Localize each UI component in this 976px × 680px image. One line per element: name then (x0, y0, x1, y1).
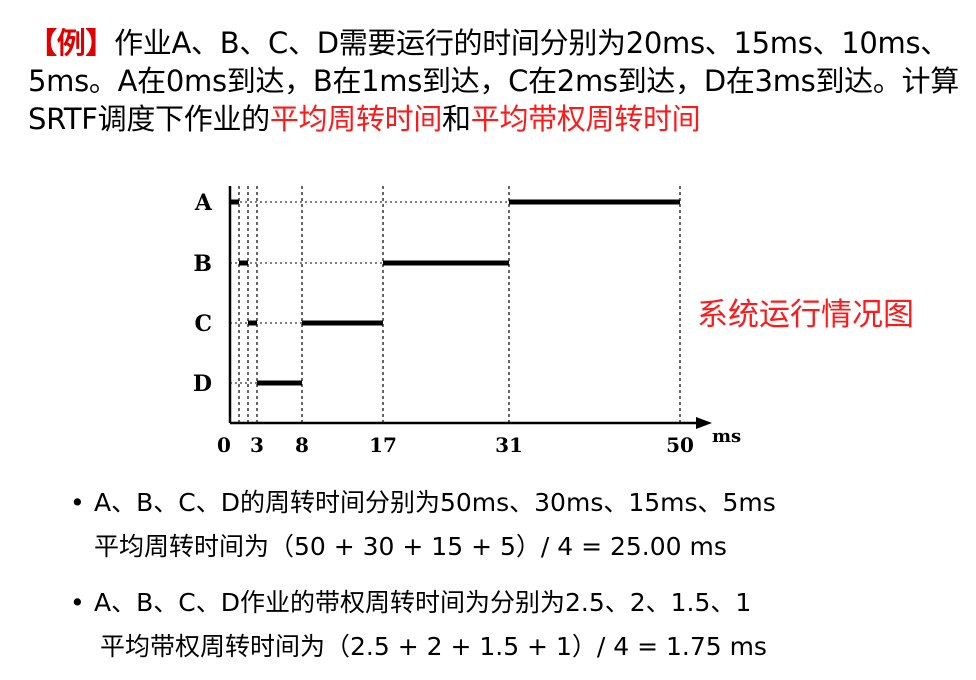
weighted-turnaround-bullet: • A、B、C、D作业的带权周转时间为分别为2.5、2、1.5、1 (60, 584, 960, 622)
tick-label-8: 8 (295, 433, 309, 457)
gantt-bar-A-31-50 (509, 199, 680, 205)
weighted-turnaround-times-text: A、B、C、D作业的带权周转时间为分别为2.5、2、1.5、1 (94, 588, 752, 617)
tick-label-31: 31 (495, 433, 523, 457)
axis-arrow-icon (696, 417, 712, 429)
tick-label-17: 17 (369, 433, 397, 457)
turnaround-times-text: A、B、C、D的周转时间分别为50ms、30ms、15ms、5ms (94, 488, 776, 517)
gantt-bar-B-1-2 (239, 260, 248, 266)
bullet-dot: • (70, 588, 85, 617)
gantt-bar-D-3-8 (257, 380, 302, 386)
result-list: • A、B、C、D的周转时间分别为50ms、30ms、15ms、5ms 平均周转时… (60, 484, 960, 672)
diagram-caption: 系统运行情况图 (697, 297, 914, 333)
axis-unit-label: ms (712, 426, 741, 447)
gantt-bar-B-17-31 (383, 260, 509, 266)
gantt-bar-A-0-1 (230, 199, 239, 205)
avg-turnaround-text: 平均周转时间为（50 + 30 + 15 + 5）/ 4 = 25.00 ms (94, 532, 727, 561)
job-label-A: A (194, 190, 213, 216)
job-label-B: B (193, 251, 212, 277)
job-label-D: D (193, 371, 212, 397)
gantt-bar-C-8-17 (302, 320, 383, 326)
turnaround-bullet: • A、B、C、D的周转时间分别为50ms、30ms、15ms、5ms (60, 484, 960, 522)
gantt-bar-C-2-3 (248, 320, 257, 326)
bullet-dot: • (70, 488, 85, 517)
tick-label-50: 50 (666, 433, 694, 457)
tick-label-3: 3 (250, 433, 264, 457)
tick-label-0: 0 (217, 433, 231, 457)
job-label-C: C (194, 311, 212, 337)
avg-weighted-turnaround-text: 平均带权周转时间为（2.5 + 2 + 1.5 + 1）/ 4 = 1.75 m… (100, 632, 767, 661)
